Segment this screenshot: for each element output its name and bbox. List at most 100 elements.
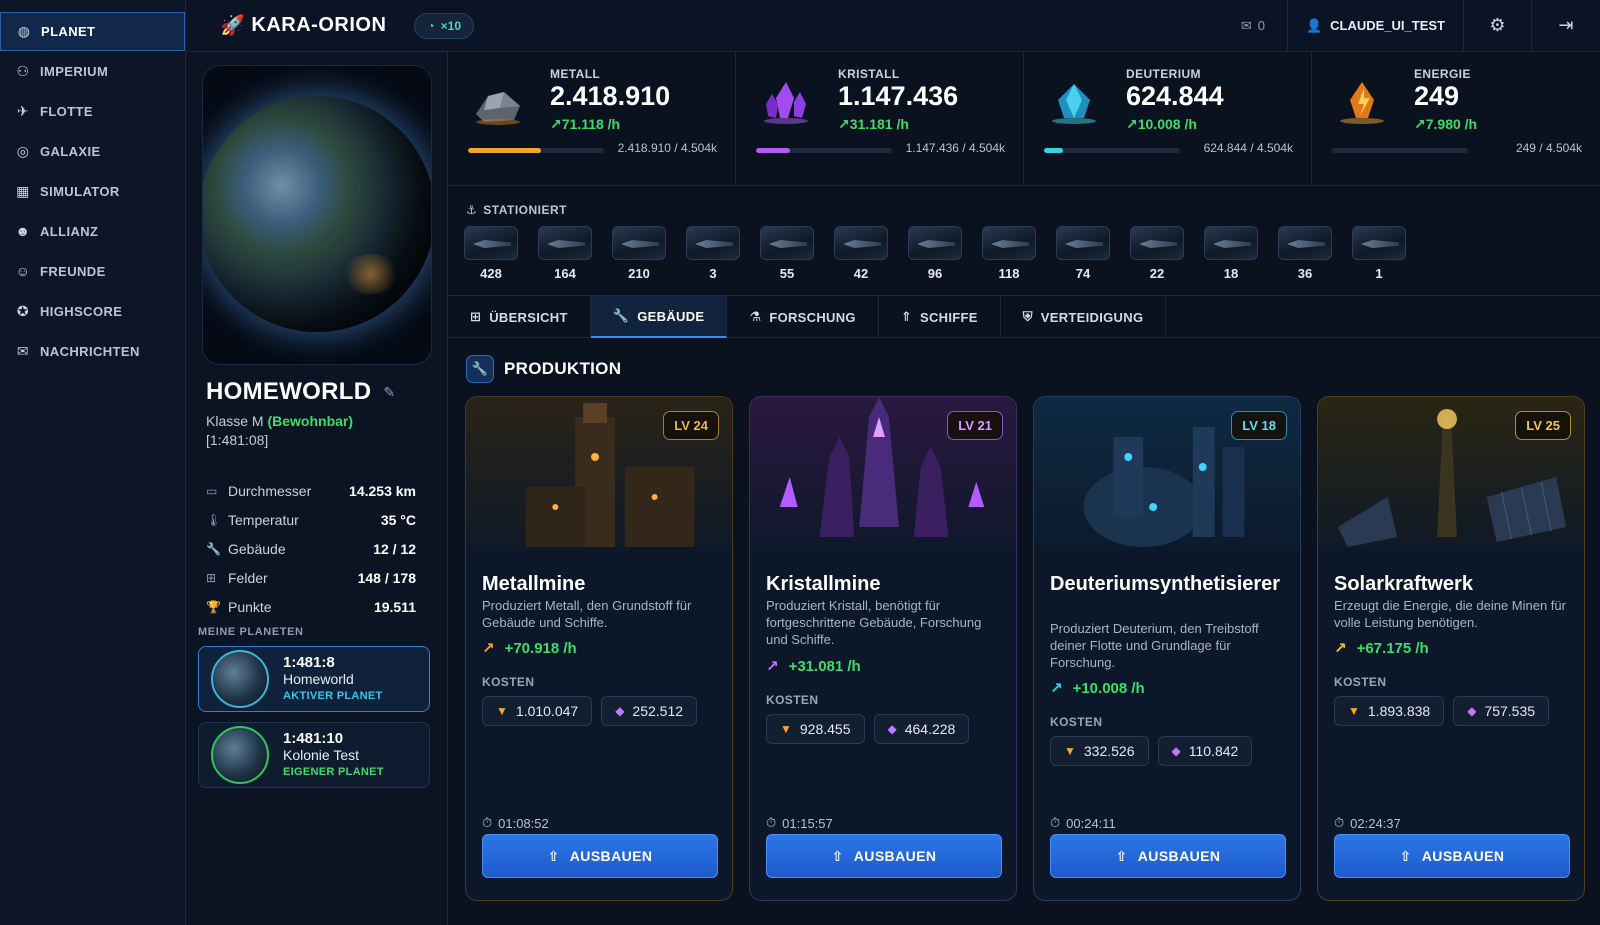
stat-value: 14.253 km	[349, 482, 416, 499]
ship-icon	[982, 226, 1036, 260]
tab-verteidigung[interactable]: ⛨ VERTEIDIGUNG	[1001, 296, 1167, 338]
top-bar: 🚀 KARA-ORION ◔ ×10 ✉ 0 👤 CLAUDE_UI_TEST …	[186, 0, 1600, 52]
nav-item-flotte[interactable]: ✈ FLOTTE	[0, 91, 185, 131]
trend-up-icon: ↗	[1334, 640, 1347, 657]
ship-item[interactable]: 36	[1278, 226, 1332, 281]
mail-count: 0	[1257, 18, 1265, 33]
user-menu[interactable]: 👤 CLAUDE_UI_TEST	[1288, 0, 1464, 52]
tab-label: ÜBERSICHT	[489, 309, 568, 325]
production-rate: ↗ +10.008 /h	[1050, 679, 1145, 698]
stat-value: 19.511	[373, 598, 416, 615]
logout-button[interactable]: ⇥	[1532, 0, 1600, 52]
cost-list: ▼ 332.526 ◆ 110.842	[1050, 736, 1253, 766]
mail-button[interactable]: ✉ 0	[1219, 0, 1288, 52]
trend-up-icon: ↗	[1050, 680, 1063, 697]
nav-item-label: FREUNDE	[40, 263, 106, 279]
build-time: ⏱ 01:15:57	[766, 815, 833, 831]
ship-item[interactable]: 22	[1130, 226, 1184, 281]
ship-icon	[760, 226, 814, 260]
metal-ore-icon	[476, 92, 520, 125]
build-time: ⏱ 01:08:52	[482, 815, 549, 831]
ship-count: 118	[998, 266, 1020, 281]
ship-count: 55	[779, 266, 795, 281]
resource-capacity: 2.418.910 / 4.504k	[617, 141, 717, 155]
tab-forschung[interactable]: ⚗ FORSCHUNG	[727, 296, 879, 338]
tab-schiffe[interactable]: ⇑ SCHIFFE	[879, 296, 1001, 338]
build-time: ⏱ 02:24:37	[1334, 815, 1401, 831]
level-badge: LV 21	[947, 411, 1003, 440]
cost-crystal: ◆ 757.535	[1453, 696, 1550, 726]
stat-label: Gebäude	[228, 540, 286, 557]
production-rate: ↗ +67.175 /h	[1334, 639, 1429, 658]
ship-count: 42	[853, 266, 869, 281]
resource-capacity-bar	[1044, 148, 1180, 153]
rocket-icon: ⇑	[900, 309, 913, 324]
flask-icon: ⚗	[749, 309, 762, 324]
ship-item[interactable]: 1	[1352, 226, 1406, 281]
ship-item[interactable]: 118	[982, 226, 1036, 281]
my-planets-title: MEINE PLANETEN	[198, 626, 304, 638]
trend-up-icon: ↗	[766, 658, 779, 675]
ship-count: 164	[554, 266, 576, 281]
stat-row-fields: ⊞ Felder 148 / 178	[206, 563, 416, 592]
nav-item-nachrichten[interactable]: ✉ NACHRICHTEN	[0, 331, 185, 371]
nav-item-galaxie[interactable]: ◎ GALAXIE	[0, 131, 185, 171]
nav-item-label: ALLIANZ	[40, 223, 99, 239]
upgrade-button[interactable]: ⇧ AUSBAUEN	[1050, 834, 1286, 878]
crystal-icon: ◆	[1171, 744, 1181, 758]
tab-gebaeude[interactable]: 🔧 GEBÄUDE	[590, 296, 728, 338]
metal-icon: ▼	[1064, 744, 1076, 758]
ship-item[interactable]: 164	[538, 226, 592, 281]
upgrade-button[interactable]: ⇧ AUSBAUEN	[1334, 834, 1570, 878]
ship-icon	[908, 226, 962, 260]
resource-label: KRISTALL	[838, 67, 900, 81]
ship-count: 428	[480, 266, 502, 281]
resource-label: ENERGIE	[1414, 67, 1471, 81]
stat-value: 35 °C	[380, 511, 416, 528]
planet-card-coords: 1:481:10	[283, 729, 344, 747]
ship-item[interactable]: 18	[1204, 226, 1258, 281]
cost-list: ▼ 1.893.838 ◆ 757.535	[1334, 696, 1550, 726]
cost-crystal: ◆ 110.842	[1157, 736, 1253, 766]
ship-item[interactable]: 96	[908, 226, 962, 281]
ship-icon	[686, 226, 740, 260]
nav-item-freunde[interactable]: ☺ FREUNDE	[0, 251, 185, 291]
ship-item[interactable]: 55	[760, 226, 814, 281]
planet-card-active[interactable]: 1:481:8 Homeworld AKTIVER PLANET	[198, 646, 430, 712]
upload-icon: ⇧	[547, 847, 560, 864]
calculator-icon: ▦	[16, 182, 30, 199]
upgrade-button[interactable]: ⇧ AUSBAUEN	[766, 834, 1002, 878]
planet-card[interactable]: 1:481:10 Kolonie Test EIGENER PLANET	[198, 722, 430, 788]
resource-rate: ↗71.118 /h	[550, 116, 621, 132]
nav-item-imperium[interactable]: ⚇ IMPERIUM	[0, 51, 185, 91]
nav-item-label: NACHRICHTEN	[40, 343, 140, 359]
ship-icon	[834, 226, 888, 260]
upgrade-button[interactable]: ⇧ AUSBAUEN	[482, 834, 718, 878]
galaxy-icon: ◎	[16, 142, 30, 159]
nav-item-planet[interactable]: ◍ PLANET	[0, 12, 185, 51]
resource-capacity-bar	[468, 148, 604, 153]
ship-item[interactable]: 74	[1056, 226, 1110, 281]
ship-item[interactable]: 3	[686, 226, 740, 281]
cost-crystal: ◆ 252.512	[601, 696, 698, 726]
nav-item-highscore[interactable]: ✪ HIGHSCORE	[0, 291, 185, 331]
ship-count: 96	[927, 266, 943, 281]
ship-item[interactable]: 428	[464, 226, 518, 281]
stat-label: Temperatur	[228, 511, 299, 528]
nav-item-simulator[interactable]: ▦ SIMULATOR	[0, 171, 185, 211]
level-badge: LV 25	[1515, 411, 1571, 440]
tab-label: SCHIFFE	[920, 309, 978, 325]
resource-capacity: 249 / 4.504k	[1515, 141, 1582, 155]
settings-button[interactable]: ⚙	[1464, 0, 1532, 52]
ship-item[interactable]: 210	[612, 226, 666, 281]
edit-pencil-icon[interactable]: ✎	[383, 384, 395, 401]
ship-item[interactable]: 42	[834, 226, 888, 281]
tab-uebersicht[interactable]: ⊞ ÜBERSICHT	[448, 296, 591, 338]
nav-item-allianz[interactable]: ☻ ALLIANZ	[0, 211, 185, 251]
stat-row-points: 🏆 Punkte 19.511	[206, 592, 416, 621]
stat-label: Durchmesser	[228, 482, 312, 499]
building-description: Erzeugt die Energie, die deine Minen für…	[1334, 598, 1566, 630]
mail-icon: ✉	[16, 342, 30, 359]
wrench-icon: 🔧	[206, 541, 221, 556]
building-title: Kristallmine	[766, 573, 881, 595]
